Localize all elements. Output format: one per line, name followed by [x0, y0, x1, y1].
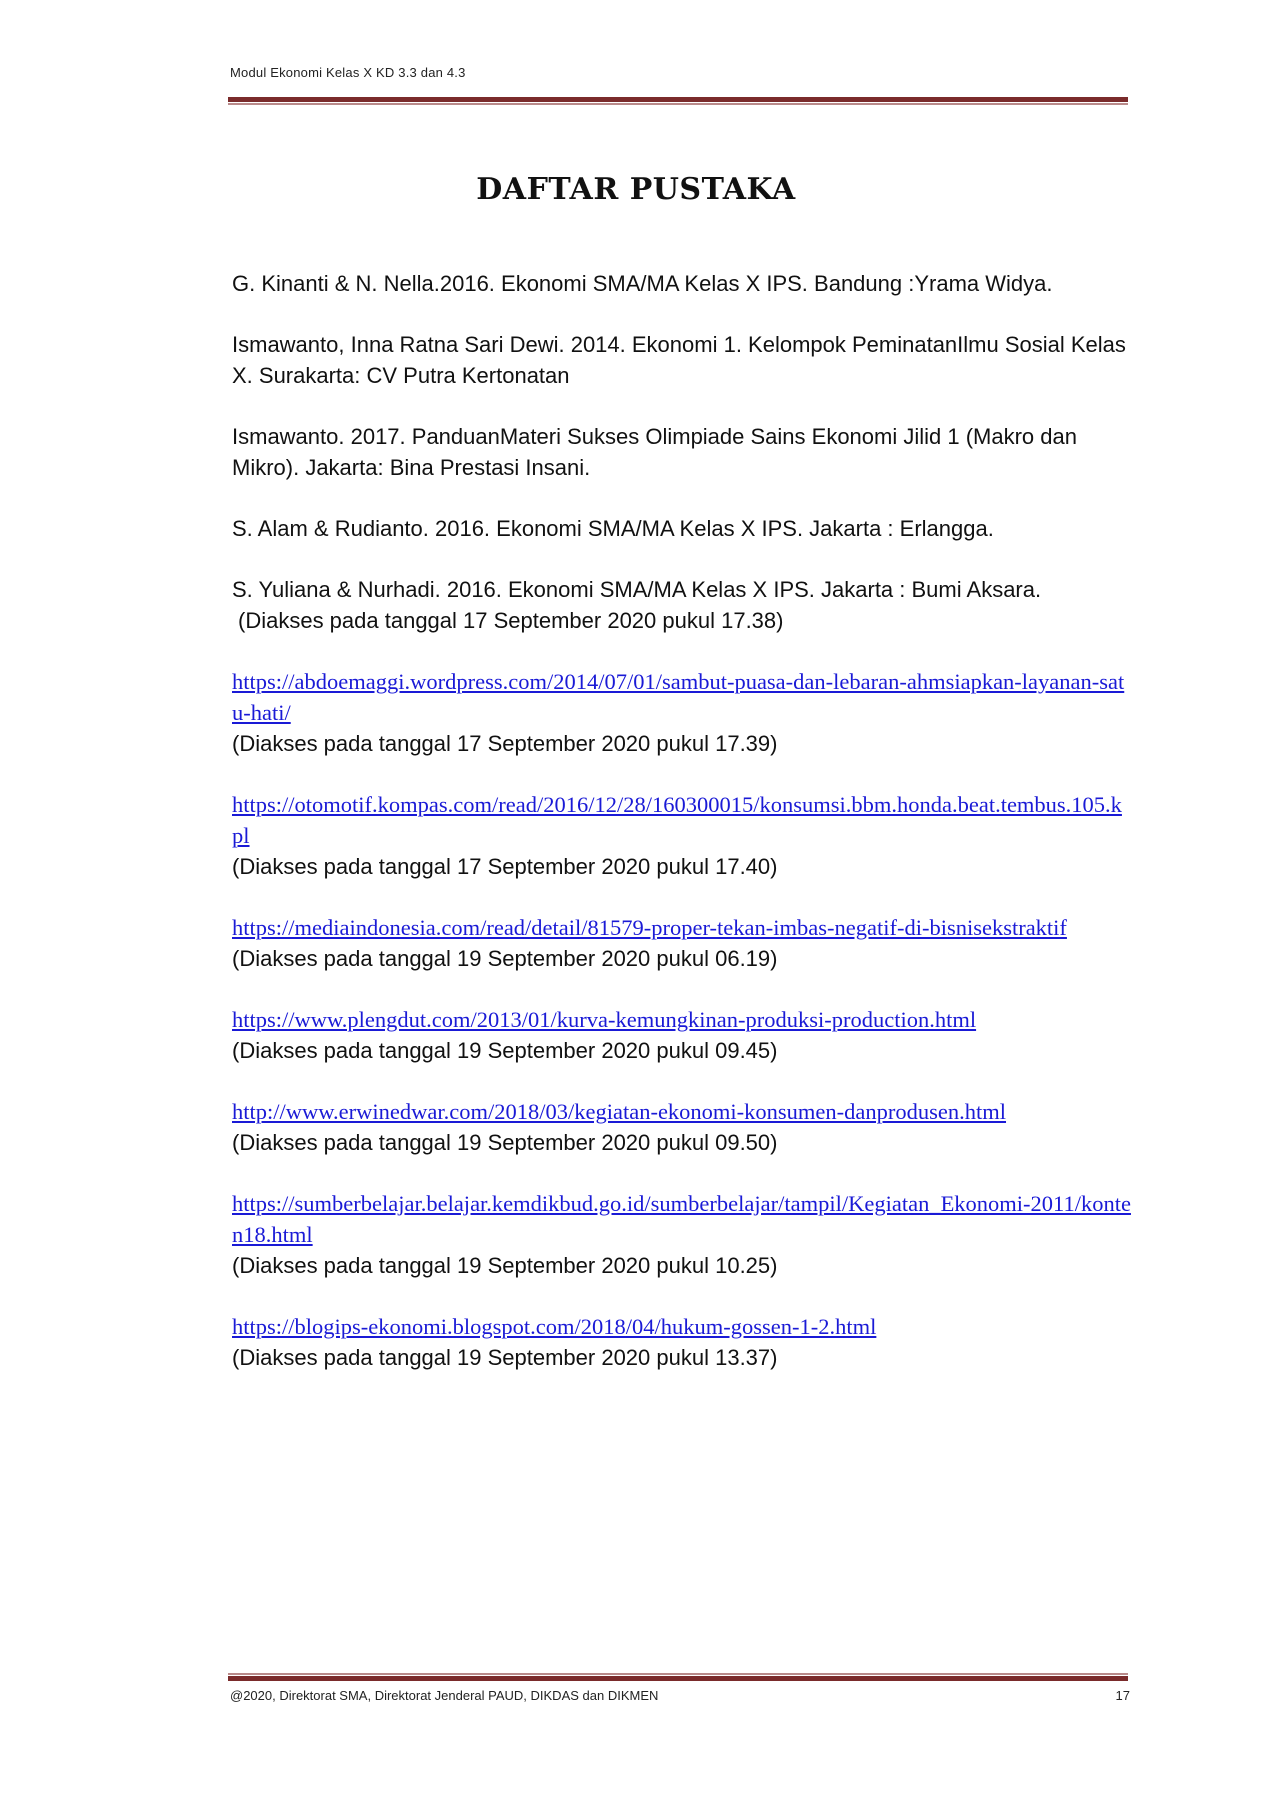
reference-url-link[interactable]: https://blogips-ekonomi.blogspot.com/201… [232, 1311, 1132, 1342]
reference-text: Ismawanto. 2017. PanduanMateri Sukses Ol… [232, 424, 1077, 480]
page-number: 17 [1115, 1688, 1130, 1703]
access-date: (Diakses pada tanggal 19 September 2020 … [232, 1130, 778, 1155]
reference-link-3: https://mediaindonesia.com/read/detail/8… [232, 912, 1132, 974]
reference-url-link[interactable]: https://otomotif.kompas.com/read/2016/12… [232, 789, 1132, 851]
access-date: (Diakses pada tanggal 19 September 2020 … [232, 1253, 778, 1278]
access-date: (Diakses pada tanggal 19 September 2020 … [232, 1345, 778, 1370]
reference-book-5: S. Yuliana & Nurhadi. 2016. Ekonomi SMA/… [232, 574, 1132, 636]
access-date: (Diakses pada tanggal 19 September 2020 … [232, 1038, 778, 1063]
reference-url-link[interactable]: https://sumberbelajar.belajar.kemdikbud.… [232, 1188, 1132, 1250]
page-footer: @2020, Direktorat SMA, Direktorat Jender… [230, 1688, 1130, 1703]
reference-url-link[interactable]: https://www.plengdut.com/2013/01/kurva-k… [232, 1004, 1132, 1035]
reference-link-7: https://blogips-ekonomi.blogspot.com/201… [232, 1311, 1132, 1373]
footer-rule-thick [228, 1676, 1128, 1681]
reference-text: S. Alam & Rudianto. 2016. Ekonomi SMA/MA… [232, 516, 994, 541]
reference-link-6: https://sumberbelajar.belajar.kemdikbud.… [232, 1188, 1132, 1281]
reference-link-5: http://www.erwinedwar.com/2018/03/kegiat… [232, 1096, 1132, 1158]
reference-text: S. Yuliana & Nurhadi. 2016. Ekonomi SMA/… [232, 577, 1042, 602]
access-date: (Diakses pada tanggal 17 September 2020 … [238, 608, 784, 633]
reference-url-link[interactable]: http://www.erwinedwar.com/2018/03/kegiat… [232, 1096, 1132, 1127]
reference-link-2: https://otomotif.kompas.com/read/2016/12… [232, 789, 1132, 882]
reference-book-2: Ismawanto, Inna Ratna Sari Dewi. 2014. E… [232, 329, 1132, 391]
reference-link-4: https://www.plengdut.com/2013/01/kurva-k… [232, 1004, 1132, 1066]
reference-book-1: G. Kinanti & N. Nella.2016. Ekonomi SMA/… [232, 268, 1132, 299]
reference-book-4: S. Alam & Rudianto. 2016. Ekonomi SMA/MA… [232, 513, 1132, 544]
reference-book-3: Ismawanto. 2017. PanduanMateri Sukses Ol… [232, 421, 1132, 483]
page-header: Modul Ekonomi Kelas X KD 3.3 dan 4.3 [230, 64, 1130, 82]
reference-link-1: https://abdoemaggi.wordpress.com/2014/07… [232, 666, 1132, 759]
access-date: (Diakses pada tanggal 17 September 2020 … [232, 854, 778, 879]
reference-url-link[interactable]: https://mediaindonesia.com/read/detail/8… [232, 912, 1132, 943]
reference-list: G. Kinanti & N. Nella.2016. Ekonomi SMA/… [232, 268, 1132, 1403]
header-text: Modul Ekonomi Kelas X KD 3.3 dan 4.3 [230, 65, 466, 80]
footer-text: @2020, Direktorat SMA, Direktorat Jender… [230, 1688, 659, 1703]
reference-text: G. Kinanti & N. Nella.2016. Ekonomi SMA/… [232, 271, 1053, 296]
access-date: (Diakses pada tanggal 17 September 2020 … [232, 731, 778, 756]
access-date: (Diakses pada tanggal 19 September 2020 … [232, 946, 778, 971]
page-title: DAFTAR PUSTAKA [476, 172, 796, 207]
footer-rule-thin [228, 1673, 1128, 1675]
reference-text: Ismawanto, Inna Ratna Sari Dewi. 2014. E… [232, 332, 1126, 388]
header-rule-thin [228, 103, 1128, 105]
reference-url-link[interactable]: https://abdoemaggi.wordpress.com/2014/07… [232, 666, 1132, 728]
header-rule-thick [228, 97, 1128, 102]
